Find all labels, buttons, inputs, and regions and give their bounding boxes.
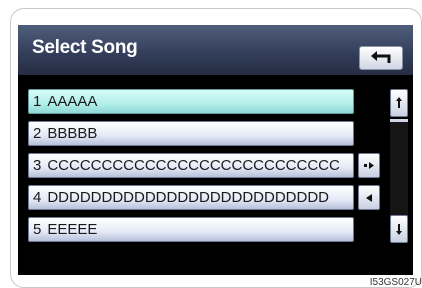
song-item-2[interactable]: 2 BBBBB [28,121,354,146]
scroll-text-left-button[interactable] [358,185,380,210]
page-up-button[interactable] [390,89,408,117]
song-list: 1 AAAAA 2 BBBBB 3 CCCCCCCCCCCCCCCCCCCCCC… [18,75,413,275]
page-title: Select Song [32,37,138,58]
song-item-3[interactable]: 3 CCCCCCCCCCCCCCCCCCCCCCCCCCC [28,153,354,178]
song-number: 4 [33,189,42,206]
scroll-text-right-icon [364,161,374,169]
back-button[interactable] [359,46,403,70]
select-song-screen: Select Song 1 AAAAA 2 BBBBB 3 CCCCCCCCCC… [18,25,413,275]
page-down-icon [396,224,402,235]
back-arrow-icon [371,51,391,63]
song-item-4[interactable]: 4 DDDDDDDDDDDDDDDDDDDDDDDDDD [28,185,354,210]
song-name: AAAAA [47,93,98,110]
song-number: 2 [33,125,42,142]
title-bar: Select Song [18,25,413,75]
song-item-1[interactable]: 1 AAAAA [28,89,354,114]
song-name: EEEEE [47,221,98,238]
song-item-5[interactable]: 5 EEEEE [28,217,354,242]
scroll-text-left-icon [366,193,372,202]
song-name: CCCCCCCCCCCCCCCCCCCCCCCCCCC [47,157,340,174]
page-up-icon [396,97,402,108]
song-name: BBBBB [47,125,98,142]
page-down-button[interactable] [390,215,408,243]
scroll-text-right-button[interactable] [358,153,380,178]
song-number: 1 [33,93,42,110]
song-name: DDDDDDDDDDDDDDDDDDDDDDDDDD [47,189,329,206]
scrollbar-track[interactable] [390,119,408,219]
figure-code: I53GS027U [369,277,422,288]
song-number: 3 [33,157,42,174]
song-number: 5 [33,221,42,238]
scrollbar-thumb[interactable] [390,119,408,122]
